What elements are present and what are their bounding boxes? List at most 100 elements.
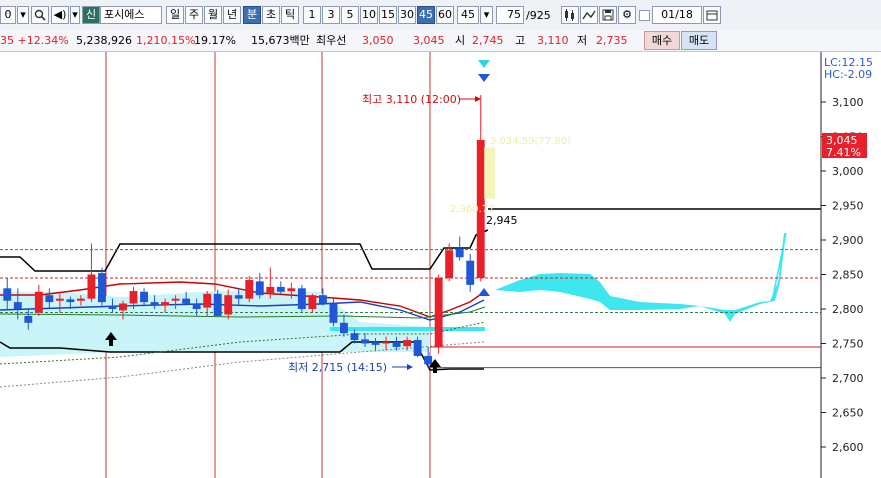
price-chart[interactable]: 3,1003,0503,0002,9502,9002,8502,8002,750… (0, 52, 881, 478)
search-icon[interactable] (31, 6, 49, 24)
candle-body (445, 250, 454, 278)
period-day-button[interactable]: 일 (166, 6, 184, 24)
y-tick-label: 2,950 (832, 200, 864, 213)
candle-body (329, 303, 338, 323)
candle-body (76, 298, 85, 301)
sell-button[interactable]: 매도 (681, 31, 717, 50)
volume-text: 5,238,926 (76, 34, 132, 47)
candle-body (87, 274, 96, 299)
period-minute-button[interactable]: 분 (243, 6, 261, 24)
leading-span (771, 232, 787, 302)
y-tick-label: 2,900 (832, 234, 864, 247)
candle-body (66, 299, 75, 303)
level-2945-label: 2,945 (486, 214, 518, 227)
candle-body (108, 305, 117, 309)
period-month-button[interactable]: 월 (204, 6, 222, 24)
yellow-indicator-label-2: 2,960.77 (450, 204, 495, 215)
candle-body (361, 339, 369, 344)
interval-5-button[interactable]: 5 (341, 6, 359, 24)
y-tick-label: 2,800 (832, 303, 864, 316)
period-week-button[interactable]: 주 (185, 6, 203, 24)
low-label: 저 (577, 34, 588, 47)
candle-body (276, 286, 285, 292)
candle-body (55, 298, 64, 301)
y-tick-label: 2,700 (832, 372, 864, 385)
interval-input[interactable]: 45 (457, 6, 479, 24)
candle-body (182, 298, 191, 304)
candle-body (371, 342, 380, 345)
period-year-button[interactable]: 년 (223, 6, 241, 24)
interval-10-button[interactable]: 10 (360, 6, 378, 24)
candle-body (150, 302, 159, 306)
save-icon[interactable] (599, 6, 617, 24)
interval-dropdown-icon[interactable]: ▾ (480, 6, 493, 24)
candle-body (434, 277, 443, 347)
y-tick-label: 3,000 (832, 165, 864, 178)
interval-45-button[interactable]: 45 (417, 6, 435, 24)
candle-body (13, 302, 22, 309)
candle-body (308, 295, 317, 309)
best-ask-text: 3,050 (362, 34, 394, 47)
candle-body (224, 295, 233, 315)
interval-1-button[interactable]: 1 (303, 6, 321, 24)
stock-name-field[interactable]: 포시에스 (100, 6, 162, 24)
high-annotation: 최고 3,110 (12:00) (362, 93, 461, 106)
count-input[interactable]: 75 (496, 6, 524, 24)
candle-body (413, 340, 422, 356)
chart-grid (105, 52, 431, 478)
candle-body (45, 295, 54, 303)
candle-body (98, 273, 106, 303)
interval-3-button[interactable]: 3 (322, 6, 340, 24)
speaker-icon[interactable]: ◀) (51, 6, 69, 24)
candle-body (424, 355, 433, 365)
date-input[interactable]: 01/18 (652, 6, 702, 24)
cloud-band (330, 327, 485, 331)
count-total-label: /925 (526, 9, 551, 22)
candle-body (266, 286, 275, 294)
low-pointer-arrow-icon (407, 364, 413, 370)
best-quote-label: 최우선 (316, 34, 347, 47)
period-second-button[interactable]: 초 (262, 6, 280, 24)
open-price-text: 2,745 (472, 34, 504, 47)
buy-button[interactable]: 매수 (644, 31, 680, 50)
high-label: 고 (515, 34, 526, 47)
candle-body (255, 281, 264, 296)
volume-rate-text: 1,210.15% (136, 34, 196, 47)
price-axis: 3,1003,0503,0002,9502,9002,8502,8002,750… (820, 52, 864, 478)
period-tick-button[interactable]: 틱 (281, 6, 299, 24)
date-checkbox[interactable] (639, 10, 650, 21)
hc-label: HC:-2.09 (824, 68, 872, 81)
turnover-text: 19.17% (194, 34, 236, 47)
candle-body (24, 315, 33, 323)
candle-body (140, 291, 148, 303)
candle-style-icon[interactable] (561, 6, 579, 24)
draw-line-icon[interactable] (580, 6, 598, 24)
candle-body (340, 322, 348, 334)
price-change-text: 35 +12.34% (0, 34, 69, 47)
candle-body (171, 298, 180, 301)
code-dropdown-arrow-icon[interactable]: ▾ (17, 6, 29, 24)
candle-body (392, 342, 401, 347)
high-pointer-arrow-icon (475, 96, 481, 102)
interval-15-button[interactable]: 15 (379, 6, 397, 24)
candle-body (203, 293, 212, 308)
down-arrow-cyan-icon (478, 60, 490, 68)
interval-30-button[interactable]: 30 (398, 6, 416, 24)
chart-toolbar: 0 ▾ ◀) ▾ 신 포시에스 일 주 월 년 분 초 틱 1 3 5 10 1… (0, 0, 881, 31)
y-tick-label: 3,100 (832, 96, 864, 109)
y-tick-label: 2,600 (832, 441, 864, 454)
candle-body (287, 288, 296, 292)
candle-body (129, 291, 138, 304)
stock-code-input[interactable]: 0 (0, 6, 16, 24)
candle-body (161, 302, 170, 306)
candle-body (234, 295, 243, 299)
candle-body (382, 342, 390, 344)
candle-body (213, 293, 222, 316)
speaker-dropdown-icon[interactable]: ▾ (70, 6, 80, 24)
calendar-icon[interactable] (703, 6, 721, 24)
trade-amount-text: 15,673백만 (251, 34, 310, 47)
interval-60-button[interactable]: 60 (436, 6, 454, 24)
envelope-upper (0, 229, 489, 272)
settings-gear-icon[interactable]: ⚙ (618, 6, 636, 24)
candle-body (403, 340, 412, 347)
